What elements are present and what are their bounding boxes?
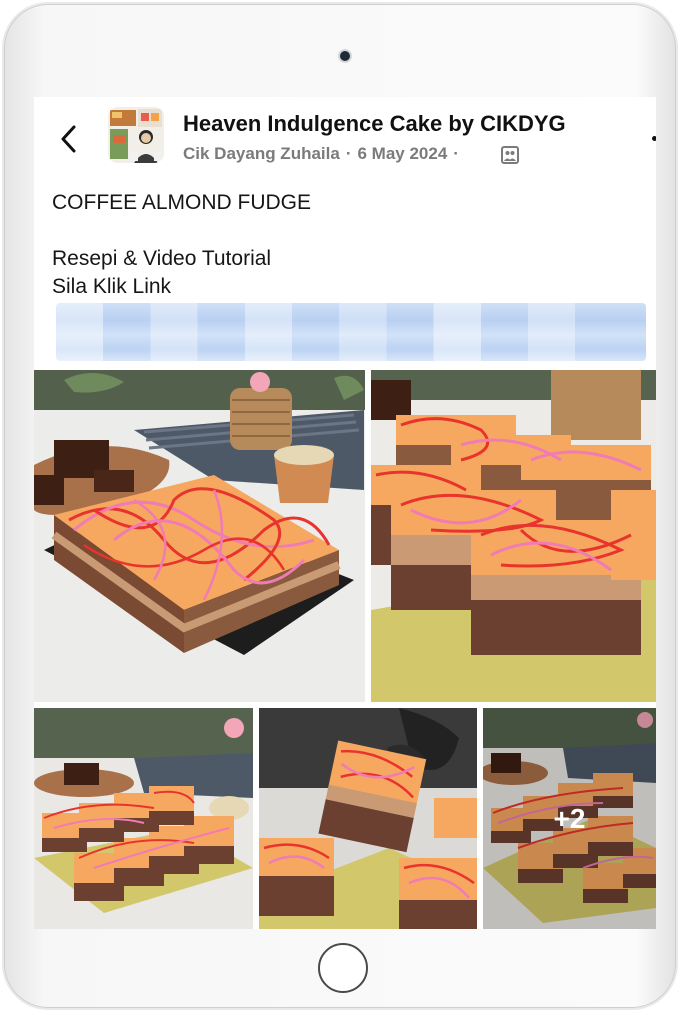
post-screen: Heaven Indulgence Cake by CIKDYG Cik Day… bbox=[34, 97, 656, 929]
post-text-line2: Sila Klik Link bbox=[52, 275, 172, 298]
post-date[interactable]: 6 May 2024 bbox=[358, 144, 448, 163]
back-arrow-icon[interactable] bbox=[58, 124, 80, 154]
more-photos-count[interactable]: +2 bbox=[483, 708, 656, 929]
author-name[interactable]: Cik Dayang Zuhaila bbox=[183, 144, 340, 163]
meta-separator-2: · bbox=[453, 144, 459, 163]
blurred-link[interactable] bbox=[56, 303, 646, 361]
group-avatar[interactable] bbox=[108, 107, 164, 163]
more-options-icon[interactable] bbox=[652, 136, 656, 141]
photo-2[interactable] bbox=[371, 370, 656, 702]
photo-5[interactable]: +2 bbox=[483, 708, 656, 929]
group-name[interactable]: Heaven Indulgence Cake by CIKDYG bbox=[183, 111, 566, 137]
meta-separator: · bbox=[345, 144, 352, 163]
group-audience-icon bbox=[501, 146, 519, 164]
photo-3[interactable] bbox=[34, 708, 253, 929]
front-camera bbox=[340, 51, 350, 61]
post-text-line1: Resepi & Video Tutorial bbox=[52, 247, 272, 270]
post-title: COFFEE ALMOND FUDGE bbox=[52, 191, 312, 214]
post-meta: Cik Dayang Zuhaila · 6 May 2024 · bbox=[183, 144, 465, 164]
tablet-frame: Heaven Indulgence Cake by CIKDYG Cik Day… bbox=[4, 4, 676, 1008]
photo-1[interactable] bbox=[34, 370, 365, 702]
photo-4[interactable] bbox=[259, 708, 477, 929]
home-button[interactable] bbox=[318, 943, 368, 993]
